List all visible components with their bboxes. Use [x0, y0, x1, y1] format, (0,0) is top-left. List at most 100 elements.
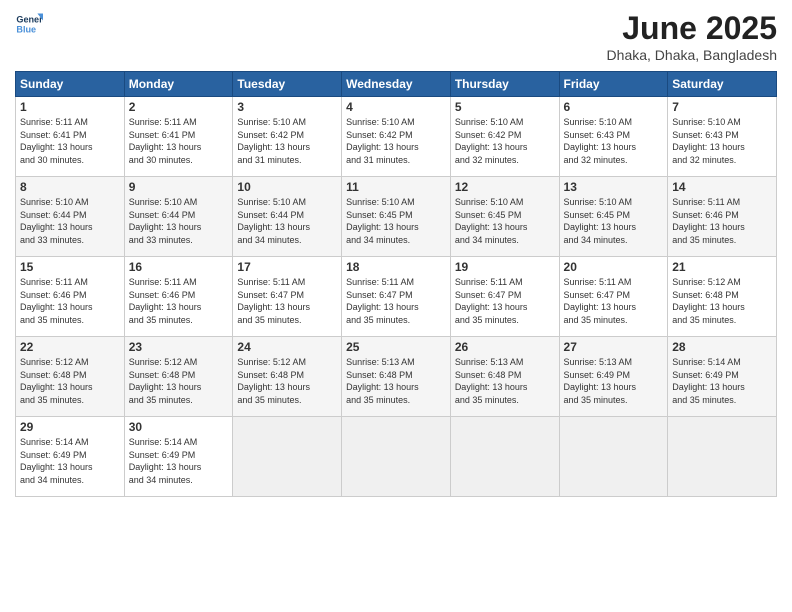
day-info: Sunrise: 5:14 AM Sunset: 6:49 PM Dayligh… — [129, 436, 229, 486]
location-title: Dhaka, Dhaka, Bangladesh — [607, 47, 777, 63]
day-info: Sunrise: 5:10 AM Sunset: 6:43 PM Dayligh… — [672, 116, 772, 166]
calendar-cell: 29 Sunrise: 5:14 AM Sunset: 6:49 PM Dayl… — [16, 417, 125, 497]
calendar-cell: 4 Sunrise: 5:10 AM Sunset: 6:42 PM Dayli… — [342, 97, 451, 177]
calendar-cell: 14 Sunrise: 5:11 AM Sunset: 6:46 PM Dayl… — [668, 177, 777, 257]
calendar-table: Sunday Monday Tuesday Wednesday Thursday… — [15, 71, 777, 497]
logo: General Blue — [15, 10, 43, 38]
sunset-label: Sunset: 6:48 PM — [237, 370, 304, 380]
calendar-cell: 1 Sunrise: 5:11 AM Sunset: 6:41 PM Dayli… — [16, 97, 125, 177]
day-info: Sunrise: 5:10 AM Sunset: 6:42 PM Dayligh… — [237, 116, 337, 166]
sunset-label: Sunset: 6:49 PM — [20, 450, 87, 460]
sunrise-label: Sunrise: 5:10 AM — [20, 197, 89, 207]
daylight-label: Daylight: 13 hours — [129, 302, 202, 312]
daylight-minutes: and 35 minutes. — [672, 395, 736, 405]
day-info: Sunrise: 5:11 AM Sunset: 6:47 PM Dayligh… — [237, 276, 337, 326]
day-info: Sunrise: 5:11 AM Sunset: 6:47 PM Dayligh… — [564, 276, 664, 326]
sunset-label: Sunset: 6:49 PM — [564, 370, 631, 380]
calendar-cell: 10 Sunrise: 5:10 AM Sunset: 6:44 PM Dayl… — [233, 177, 342, 257]
day-info: Sunrise: 5:11 AM Sunset: 6:47 PM Dayligh… — [455, 276, 555, 326]
daylight-label: Daylight: 13 hours — [455, 302, 528, 312]
day-number: 25 — [346, 340, 446, 354]
sunset-label: Sunset: 6:49 PM — [129, 450, 196, 460]
sunrise-label: Sunrise: 5:12 AM — [20, 357, 89, 367]
day-info: Sunrise: 5:10 AM Sunset: 6:42 PM Dayligh… — [346, 116, 446, 166]
day-number: 28 — [672, 340, 772, 354]
daylight-label: Daylight: 13 hours — [564, 142, 637, 152]
daylight-minutes: and 32 minutes. — [455, 155, 519, 165]
sunset-label: Sunset: 6:47 PM — [237, 290, 304, 300]
daylight-minutes: and 35 minutes. — [237, 315, 301, 325]
day-info: Sunrise: 5:12 AM Sunset: 6:48 PM Dayligh… — [237, 356, 337, 406]
sunrise-label: Sunrise: 5:13 AM — [346, 357, 415, 367]
calendar-cell: 25 Sunrise: 5:13 AM Sunset: 6:48 PM Dayl… — [342, 337, 451, 417]
day-number: 9 — [129, 180, 229, 194]
daylight-label: Daylight: 13 hours — [346, 222, 419, 232]
day-number: 5 — [455, 100, 555, 114]
sunset-label: Sunset: 6:46 PM — [672, 210, 739, 220]
daylight-minutes: and 33 minutes. — [129, 235, 193, 245]
day-number: 30 — [129, 420, 229, 434]
day-number: 1 — [20, 100, 120, 114]
day-number: 7 — [672, 100, 772, 114]
sunset-label: Sunset: 6:45 PM — [346, 210, 413, 220]
sunrise-label: Sunrise: 5:11 AM — [346, 277, 414, 287]
daylight-label: Daylight: 13 hours — [237, 382, 310, 392]
calendar-cell: 16 Sunrise: 5:11 AM Sunset: 6:46 PM Dayl… — [124, 257, 233, 337]
daylight-minutes: and 34 minutes. — [20, 475, 84, 485]
sunrise-label: Sunrise: 5:10 AM — [237, 117, 306, 127]
daylight-minutes: and 34 minutes. — [564, 235, 628, 245]
daylight-label: Daylight: 13 hours — [455, 142, 528, 152]
sunset-label: Sunset: 6:48 PM — [455, 370, 522, 380]
sunrise-label: Sunrise: 5:14 AM — [20, 437, 89, 447]
sunrise-label: Sunrise: 5:10 AM — [455, 117, 524, 127]
daylight-minutes: and 32 minutes. — [564, 155, 628, 165]
daylight-minutes: and 31 minutes. — [237, 155, 301, 165]
day-number: 21 — [672, 260, 772, 274]
daylight-label: Daylight: 13 hours — [237, 302, 310, 312]
sunrise-label: Sunrise: 5:10 AM — [672, 117, 741, 127]
sunrise-label: Sunrise: 5:11 AM — [455, 277, 523, 287]
sunrise-label: Sunrise: 5:11 AM — [20, 117, 88, 127]
sunrise-label: Sunrise: 5:12 AM — [129, 357, 198, 367]
day-info: Sunrise: 5:13 AM Sunset: 6:49 PM Dayligh… — [564, 356, 664, 406]
day-info: Sunrise: 5:10 AM Sunset: 6:44 PM Dayligh… — [20, 196, 120, 246]
sunset-label: Sunset: 6:42 PM — [237, 130, 304, 140]
daylight-label: Daylight: 13 hours — [129, 142, 202, 152]
sunrise-label: Sunrise: 5:14 AM — [672, 357, 741, 367]
col-monday: Monday — [124, 72, 233, 97]
daylight-label: Daylight: 13 hours — [20, 222, 93, 232]
sunset-label: Sunset: 6:47 PM — [455, 290, 522, 300]
day-number: 24 — [237, 340, 337, 354]
sunrise-label: Sunrise: 5:11 AM — [564, 277, 632, 287]
daylight-minutes: and 34 minutes. — [129, 475, 193, 485]
day-number: 15 — [20, 260, 120, 274]
day-number: 19 — [455, 260, 555, 274]
daylight-label: Daylight: 13 hours — [237, 142, 310, 152]
calendar-row: 22 Sunrise: 5:12 AM Sunset: 6:48 PM Dayl… — [16, 337, 777, 417]
daylight-minutes: and 35 minutes. — [129, 395, 193, 405]
daylight-minutes: and 34 minutes. — [346, 235, 410, 245]
sunset-label: Sunset: 6:43 PM — [564, 130, 631, 140]
daylight-minutes: and 30 minutes. — [20, 155, 84, 165]
calendar-cell: 9 Sunrise: 5:10 AM Sunset: 6:44 PM Dayli… — [124, 177, 233, 257]
calendar-row: 8 Sunrise: 5:10 AM Sunset: 6:44 PM Dayli… — [16, 177, 777, 257]
calendar-cell: 24 Sunrise: 5:12 AM Sunset: 6:48 PM Dayl… — [233, 337, 342, 417]
calendar-cell: 2 Sunrise: 5:11 AM Sunset: 6:41 PM Dayli… — [124, 97, 233, 177]
daylight-label: Daylight: 13 hours — [346, 382, 419, 392]
sunset-label: Sunset: 6:49 PM — [672, 370, 739, 380]
day-number: 22 — [20, 340, 120, 354]
daylight-minutes: and 35 minutes. — [564, 395, 628, 405]
daylight-label: Daylight: 13 hours — [564, 382, 637, 392]
sunset-label: Sunset: 6:48 PM — [20, 370, 87, 380]
calendar-cell: 21 Sunrise: 5:12 AM Sunset: 6:48 PM Dayl… — [668, 257, 777, 337]
sunset-label: Sunset: 6:48 PM — [346, 370, 413, 380]
sunrise-label: Sunrise: 5:12 AM — [237, 357, 306, 367]
calendar-cell: 23 Sunrise: 5:12 AM Sunset: 6:48 PM Dayl… — [124, 337, 233, 417]
daylight-label: Daylight: 13 hours — [672, 222, 745, 232]
sunset-label: Sunset: 6:48 PM — [129, 370, 196, 380]
col-thursday: Thursday — [450, 72, 559, 97]
calendar-cell: 15 Sunrise: 5:11 AM Sunset: 6:46 PM Dayl… — [16, 257, 125, 337]
calendar-cell: 22 Sunrise: 5:12 AM Sunset: 6:48 PM Dayl… — [16, 337, 125, 417]
day-info: Sunrise: 5:10 AM Sunset: 6:45 PM Dayligh… — [455, 196, 555, 246]
sunset-label: Sunset: 6:42 PM — [455, 130, 522, 140]
